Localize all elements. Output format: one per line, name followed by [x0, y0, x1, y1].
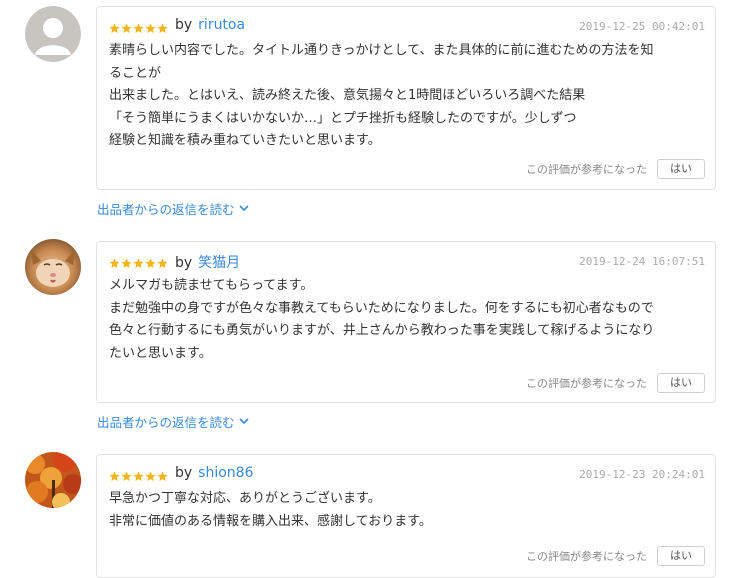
star-icon [121, 471, 132, 481]
rating-stars [109, 23, 168, 34]
seller-reply-link[interactable]: 出品者からの返信を読む [97, 199, 249, 218]
autumn-leaves-photo-avatar-icon [25, 452, 81, 508]
review-date: 2019-12-25 00:42:01 [579, 20, 705, 33]
review-line: 色々と行動するにも勇気がいりますが、井上さんから教わった事を実践して稼げるように… [109, 323, 655, 338]
by-label: by [175, 17, 193, 33]
helpful-yes-button[interactable]: はい [657, 159, 705, 179]
review-card: by shion86 2019-12-23 20:24:01 早急かつ丁寧な対応、… [96, 454, 716, 578]
star-icon [109, 23, 120, 33]
star-icon [145, 258, 156, 268]
star-icon [157, 23, 168, 33]
chevron-down-icon [238, 205, 249, 212]
review-line: たいと思います。 [109, 345, 212, 361]
review-line: メルマガも読ませてもらってます。 [109, 278, 314, 293]
rating-stars [109, 471, 168, 482]
by-label: by [175, 465, 193, 481]
review-line: 早急かつ丁寧な対応、ありがとうございます。 [109, 491, 381, 506]
star-icon [133, 471, 144, 481]
user-avatar[interactable] [25, 239, 81, 295]
review-byline: by rirutoa [175, 17, 245, 33]
helpful-row: この評価が参考になった はい [526, 546, 705, 566]
review-line: 素晴らしい内容でした。タイトル通りきっかけとして、また具体的に前に進むための方法… [109, 43, 654, 58]
user-avatar[interactable] [25, 452, 81, 508]
review-body: 早急かつ丁寧な対応、ありがとうございます。 非常に価値のある情報を購入出来、感謝… [109, 488, 703, 533]
star-icon [109, 471, 120, 481]
by-label: by [175, 255, 193, 271]
default-user-avatar-icon [25, 6, 81, 62]
star-icon [109, 258, 120, 268]
star-icon [145, 23, 156, 33]
helpful-row: この評価が参考になった はい [526, 373, 705, 393]
review-date: 2019-12-24 16:07:51 [579, 255, 705, 268]
star-icon [133, 23, 144, 33]
review-byline: by 笑猫月 [175, 252, 240, 272]
helpful-question: この評価が参考になった [526, 377, 647, 390]
star-icon [133, 258, 144, 268]
helpful-question: この評価が参考になった [526, 550, 647, 563]
star-icon [157, 258, 168, 268]
author-link[interactable]: 笑猫月 [198, 255, 240, 271]
review-body: 素晴らしい内容でした。タイトル通りきっかけとして、また具体的に前に進むための方法… [109, 40, 703, 153]
seller-reply-link[interactable]: 出品者からの返信を読む [97, 412, 249, 431]
user-avatar[interactable] [25, 6, 81, 62]
review-byline: by shion86 [175, 465, 253, 481]
author-link[interactable]: rirutoa [198, 17, 245, 33]
review-line: 非常に価値のある情報を購入出来、感謝しております。 [109, 513, 432, 529]
review-line: 経験と知識を積み重ねていきたいと思います。 [109, 133, 381, 148]
star-icon [121, 258, 132, 268]
cat-photo-avatar-icon [25, 239, 81, 295]
helpful-yes-button[interactable]: はい [657, 546, 705, 566]
helpful-row: この評価が参考になった はい [526, 159, 705, 179]
review-line: 「そう簡単にうまくはいかないか…」とプチ挫折も経験したのですが。少しずつ [109, 110, 577, 126]
review-card: by 笑猫月 2019-12-24 16:07:51 メルマガも読ませてもらってま… [96, 241, 716, 403]
chevron-down-icon [238, 418, 249, 425]
star-icon [157, 471, 168, 481]
author-link[interactable]: shion86 [198, 465, 253, 481]
helpful-question: この評価が参考になった [526, 163, 647, 176]
star-icon [145, 471, 156, 481]
review-line: 出来ました。とはいえ、読み終えた後、意気揚々と1時間ほどいろいろ調べた結果 [109, 88, 586, 103]
seller-reply-label: 出品者からの返信を読む [97, 202, 235, 217]
review-card: by rirutoa 2019-12-25 00:42:01 素晴らしい内容でした… [96, 6, 716, 190]
review-line: まだ勉強中の身ですが色々な事教えてもらいためになりました。何をするにも初心者なも… [109, 300, 654, 316]
review-line: ることが [109, 65, 162, 81]
review-body: メルマガも読ませてもらってます。 まだ勉強中の身ですが色々な事教えてもらいために… [109, 275, 703, 365]
review-date: 2019-12-23 20:24:01 [579, 468, 705, 481]
star-icon [121, 23, 132, 33]
seller-reply-label: 出品者からの返信を読む [97, 415, 235, 430]
helpful-yes-button[interactable]: はい [657, 373, 705, 393]
rating-stars [109, 258, 168, 269]
